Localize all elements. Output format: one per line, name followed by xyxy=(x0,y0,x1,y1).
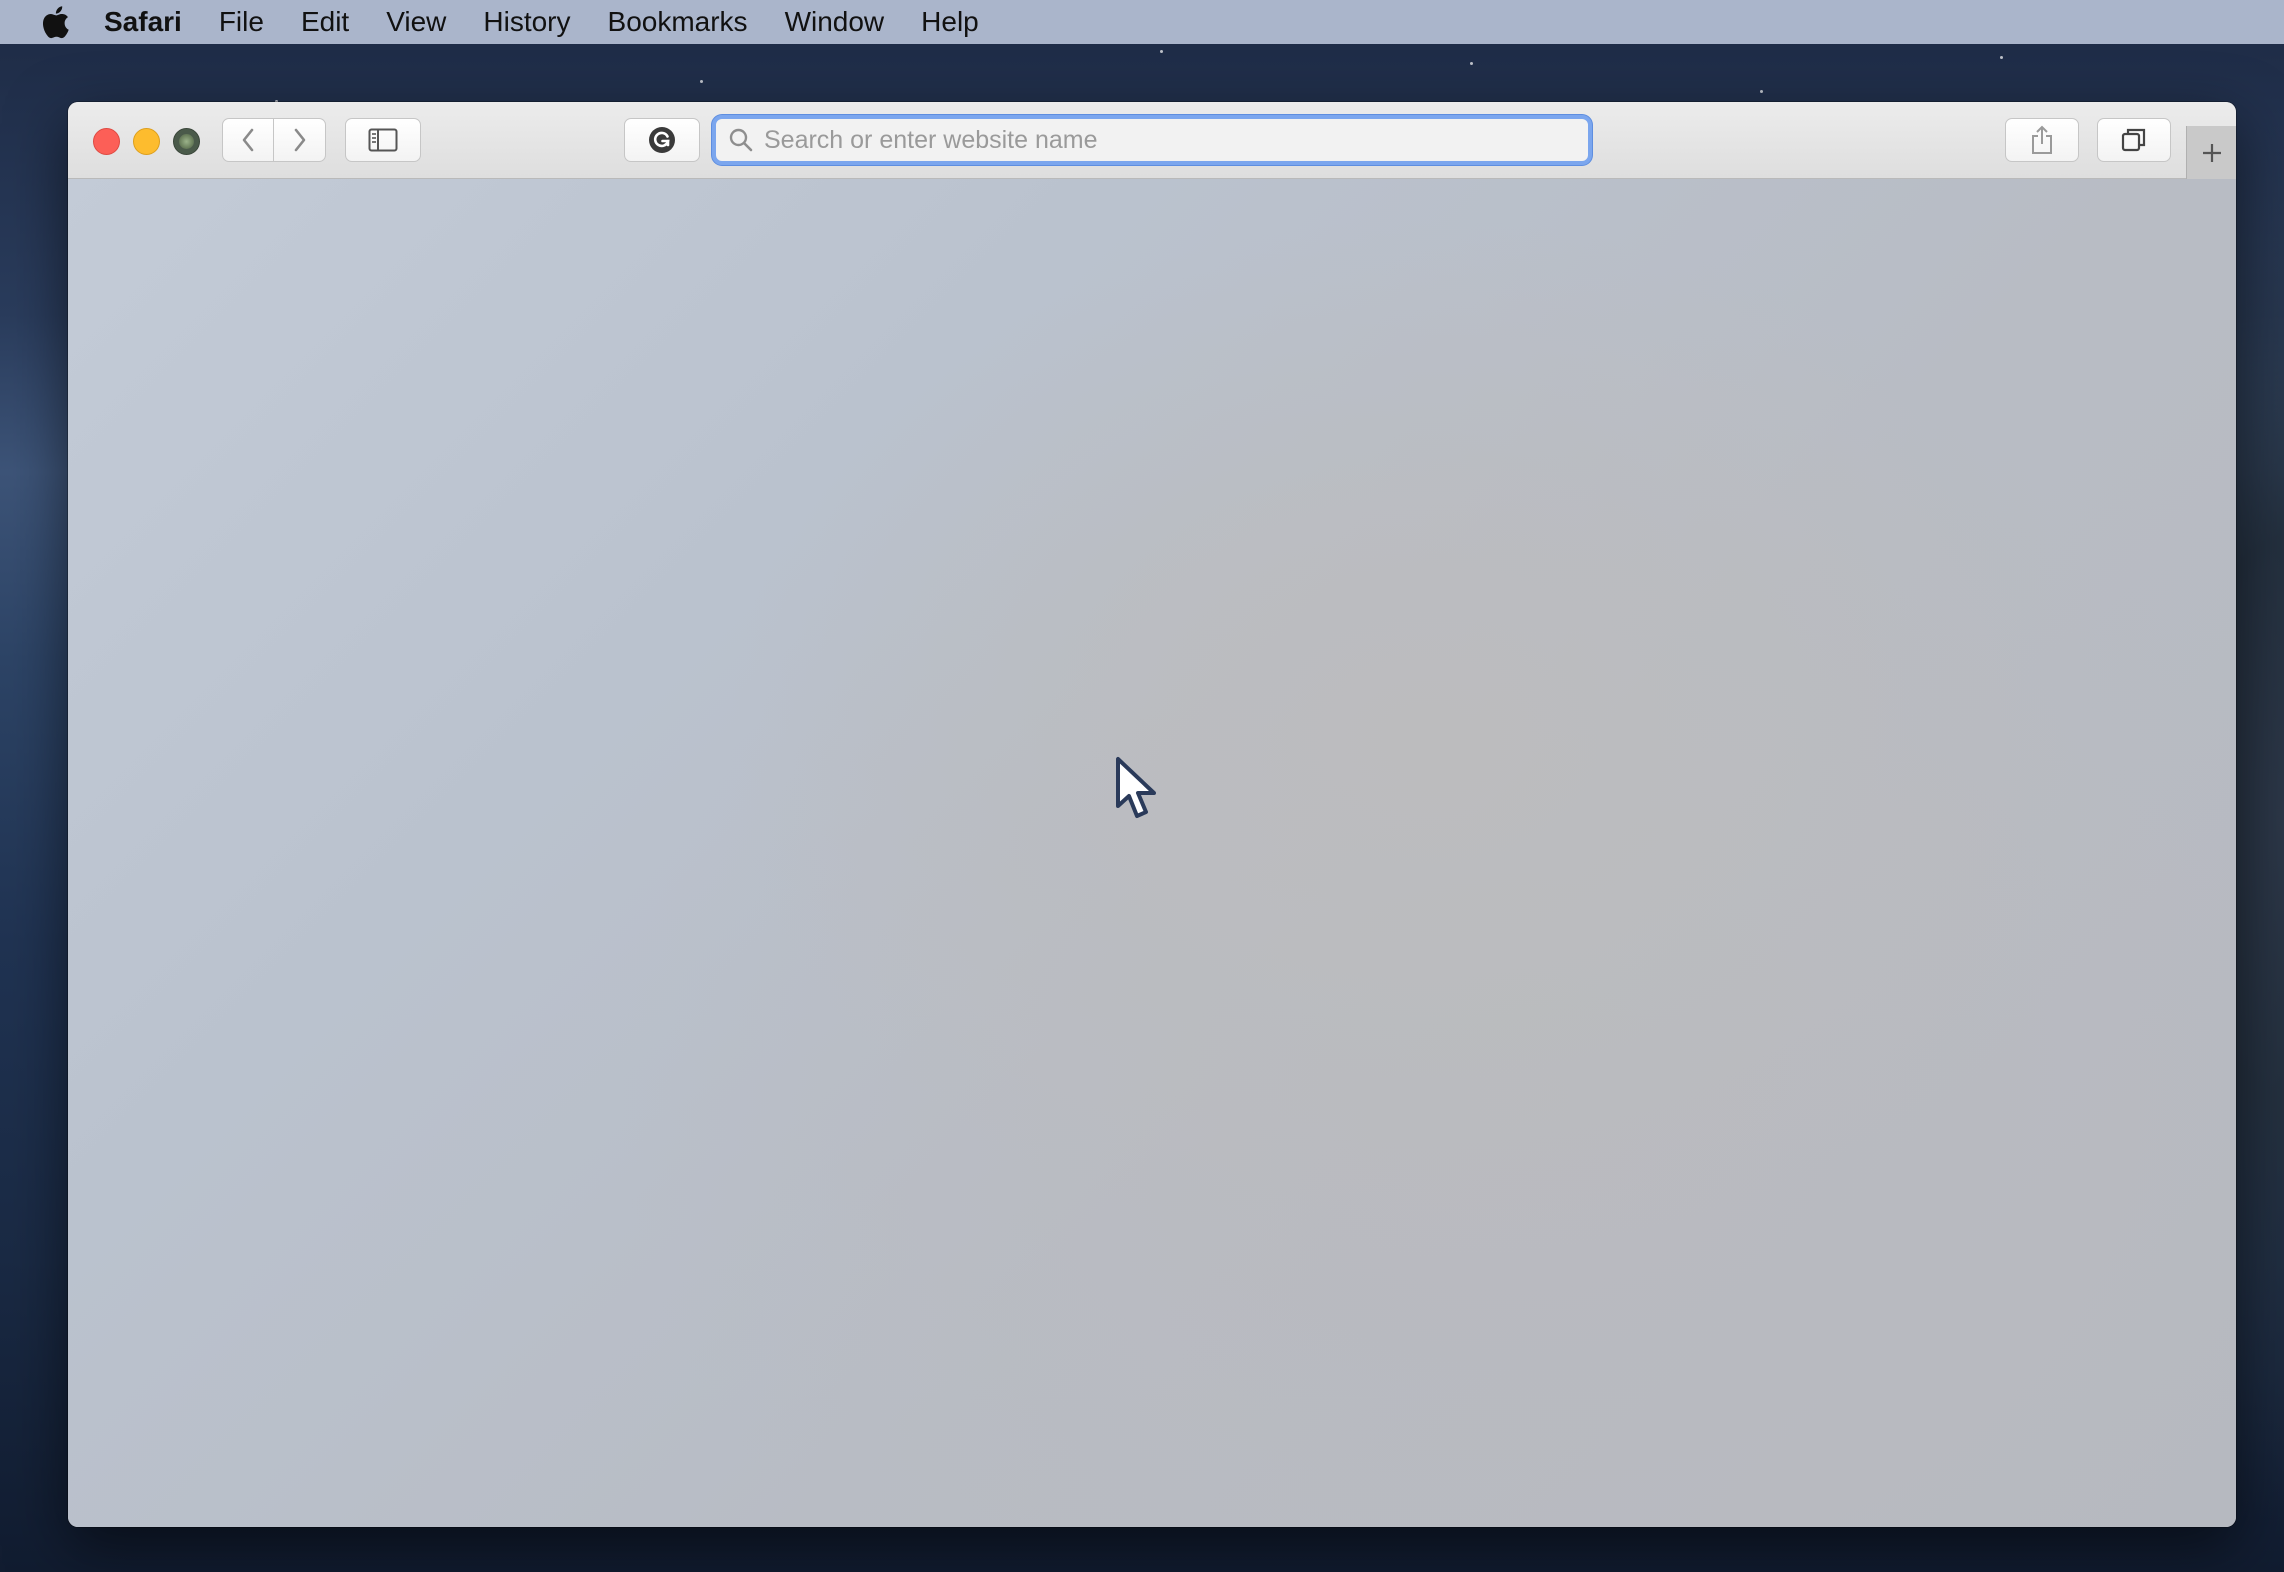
plus-icon xyxy=(2203,144,2221,162)
close-window-button[interactable] xyxy=(93,128,120,155)
chevron-left-icon xyxy=(242,128,254,152)
address-input[interactable] xyxy=(764,125,1564,155)
sidebar-icon xyxy=(368,128,398,152)
grammarly-icon xyxy=(649,127,675,153)
search-icon xyxy=(729,128,753,152)
share-icon xyxy=(2032,125,2052,154)
star xyxy=(1160,50,1163,53)
show-sidebar-button[interactable] xyxy=(345,118,421,162)
tab-overview-button[interactable] xyxy=(2097,118,2171,162)
minimize-window-button[interactable] xyxy=(133,128,160,155)
menu-bar: Safari File Edit View History Bookmarks … xyxy=(0,0,2284,44)
menu-view[interactable]: View xyxy=(386,6,446,38)
menu-history[interactable]: History xyxy=(483,6,570,38)
menu-help[interactable]: Help xyxy=(921,6,979,38)
share-button[interactable] xyxy=(2005,118,2079,162)
menu-bookmarks[interactable]: Bookmarks xyxy=(608,6,748,38)
toolbar xyxy=(68,102,2236,180)
menu-window[interactable]: Window xyxy=(785,6,885,38)
menu-file[interactable]: File xyxy=(219,6,264,38)
star xyxy=(700,80,703,83)
arrow-cursor-icon xyxy=(1116,757,1156,818)
chevron-right-icon xyxy=(294,128,305,152)
menu-app-name[interactable]: Safari xyxy=(104,6,182,38)
star xyxy=(2000,56,2003,59)
zoom-window-button[interactable] xyxy=(173,128,200,155)
grammarly-extension-button[interactable] xyxy=(624,118,700,162)
forward-button[interactable] xyxy=(274,118,326,162)
tab-overview-icon xyxy=(2121,128,2146,152)
apple-logo-icon[interactable] xyxy=(40,5,70,39)
back-button[interactable] xyxy=(222,118,274,162)
star xyxy=(1470,62,1473,65)
menu-edit[interactable]: Edit xyxy=(301,6,349,38)
new-tab-button[interactable] xyxy=(2186,126,2236,180)
page-content-area[interactable] xyxy=(68,179,2236,1527)
address-bar[interactable] xyxy=(712,115,1592,165)
navigation-buttons xyxy=(222,118,326,162)
star xyxy=(1760,90,1763,93)
